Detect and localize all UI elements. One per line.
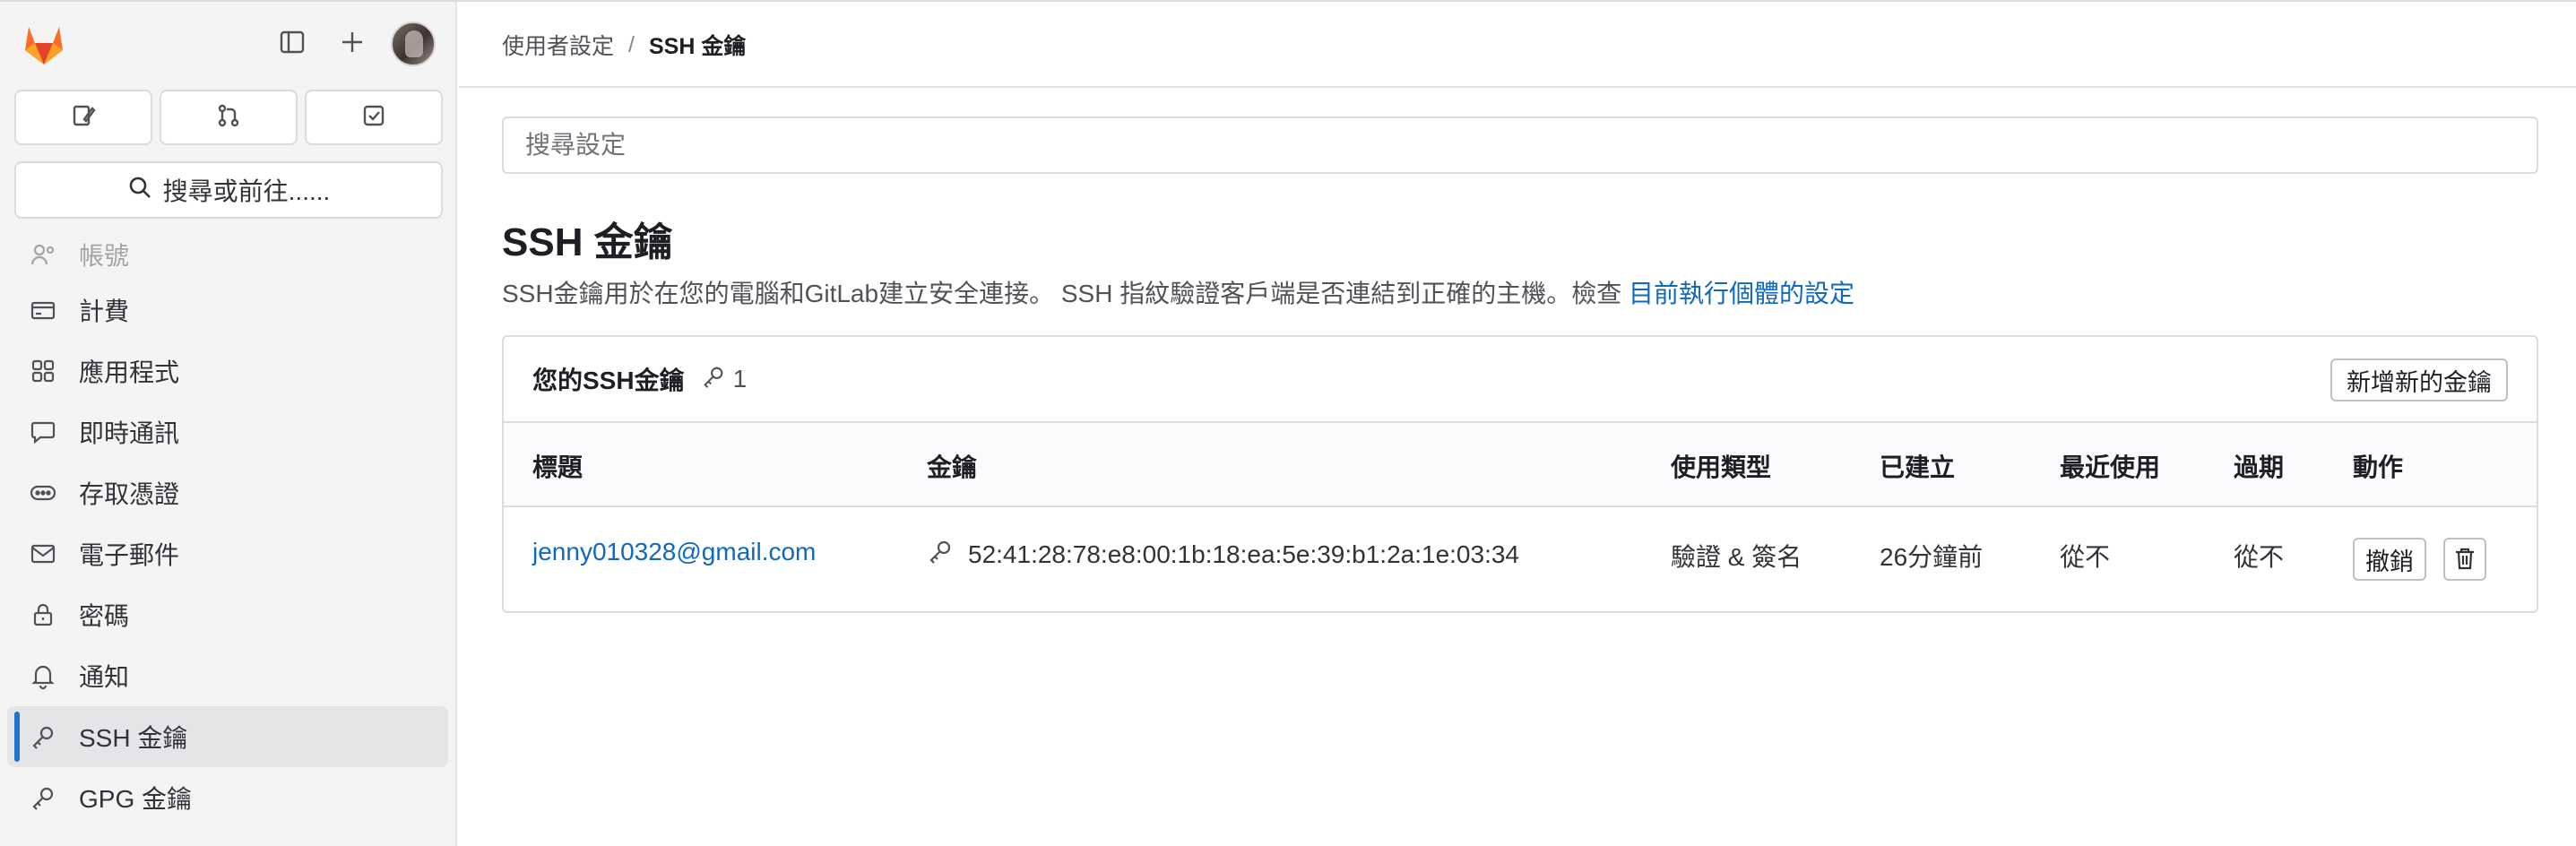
sidebar-item-chat[interactable]: 即時通訊 bbox=[0, 401, 455, 462]
key-expires: 從不 bbox=[2234, 543, 2285, 571]
issues-icon bbox=[70, 102, 97, 134]
merge-requests-button[interactable] bbox=[160, 90, 298, 145]
bell-icon bbox=[29, 661, 57, 690]
sidebar-toggle-button[interactable] bbox=[268, 20, 316, 68]
page-description: SSH金鑰用於在您的電腦和GitLab建立安全連接。 SSH 指紋驗證客戶端是否… bbox=[502, 274, 1854, 310]
key-icon bbox=[927, 538, 954, 571]
page-description-text: SSH金鑰用於在您的電腦和GitLab建立安全連接。 SSH 指紋驗證客戶端是否… bbox=[502, 280, 1629, 307]
ssh-keys-card: 您的SSH金鑰 1 新增新的金鑰 標題 金鑰 使用類型 已建立 最近使用 過期 … bbox=[502, 335, 2538, 613]
sidebar-item-label: 即時通訊 bbox=[79, 419, 180, 447]
sidebar-item-label: 計費 bbox=[79, 298, 130, 325]
sidebar-item-emails[interactable]: 電子郵件 bbox=[0, 523, 455, 584]
todo-icon bbox=[360, 102, 387, 134]
sidebar-toggle-icon bbox=[279, 29, 306, 60]
breadcrumb: 使用者設定 / SSH 金鑰 bbox=[502, 29, 746, 61]
sidebar-item-label: 密碼 bbox=[79, 602, 130, 630]
chat-icon bbox=[29, 418, 57, 446]
key-usage-type: 驗證 & 簽名 bbox=[1671, 543, 1802, 571]
card-header: 您的SSH金鑰 1 新增新的金鑰 bbox=[504, 337, 2537, 423]
key-icon bbox=[29, 722, 57, 751]
key-last-used: 從不 bbox=[2060, 543, 2111, 571]
sidebar-item-applications[interactable]: 應用程式 bbox=[0, 341, 455, 401]
key-icon bbox=[701, 364, 726, 395]
billing-icon bbox=[29, 296, 57, 324]
sidebar-item-notifications[interactable]: 通知 bbox=[0, 645, 455, 706]
breadcrumb-current[interactable]: SSH 金鑰 bbox=[649, 29, 746, 61]
trash-icon bbox=[2453, 547, 2477, 573]
breadcrumb-parent[interactable]: 使用者設定 bbox=[502, 29, 614, 61]
lock-icon bbox=[29, 600, 57, 629]
key-title-link[interactable]: jenny010328@gmail.com bbox=[532, 538, 816, 566]
column-header-key: 金鑰 bbox=[927, 453, 978, 481]
applications-icon bbox=[29, 357, 57, 385]
delete-key-button[interactable] bbox=[2443, 538, 2486, 581]
instance-settings-link[interactable]: 目前執行個體的設定 bbox=[1629, 280, 1854, 307]
todo-button[interactable] bbox=[305, 90, 443, 145]
sidebar-item-label: 通知 bbox=[79, 663, 130, 691]
merge-request-icon bbox=[215, 102, 242, 134]
table-row: jenny010328@gmail.com 52:41:28:78:e8:00:… bbox=[504, 507, 2537, 611]
column-header-usage: 使用類型 bbox=[1671, 453, 1772, 481]
settings-nav: 帳號 計費 應用程式 即時通訊 存取憑證 電子郵件 密碼 通知 SSH 金鑰 G… bbox=[0, 229, 455, 828]
user-avatar[interactable] bbox=[391, 22, 436, 66]
issues-button[interactable] bbox=[14, 90, 152, 145]
search-icon bbox=[127, 175, 152, 206]
token-icon bbox=[29, 479, 57, 507]
search-or-go-label: 搜尋或前往...... bbox=[162, 177, 331, 205]
key-created: 26分鐘前 bbox=[1880, 543, 1984, 571]
header-divider bbox=[459, 86, 2576, 88]
sidebar-item-label: 存取憑證 bbox=[79, 480, 180, 508]
column-header-actions: 動作 bbox=[2353, 453, 2404, 481]
page-title: SSH 金鑰 bbox=[502, 220, 673, 264]
column-header-last-used: 最近使用 bbox=[2060, 453, 2161, 481]
sidebar-item-ssh-keys[interactable]: SSH 金鑰 bbox=[7, 706, 448, 767]
account-icon bbox=[29, 240, 57, 269]
mail-icon bbox=[29, 540, 57, 568]
key-fingerprint: 52:41:28:78:e8:00:1b:18:ea:5e:39:b1:2a:1… bbox=[968, 540, 1520, 568]
sidebar-item-label: 帳號 bbox=[79, 242, 130, 270]
sidebar-item-account[interactable]: 帳號 bbox=[0, 229, 455, 280]
gitlab-logo[interactable] bbox=[20, 20, 68, 68]
sidebar-item-billing[interactable]: 計費 bbox=[0, 280, 455, 341]
column-header-title: 標題 bbox=[532, 453, 583, 481]
key-count-value: 1 bbox=[732, 365, 748, 393]
column-header-created: 已建立 bbox=[1880, 453, 1956, 481]
sidebar-item-password[interactable]: 密碼 bbox=[0, 584, 455, 645]
table-header: 標題 金鑰 使用類型 已建立 最近使用 過期 動作 bbox=[504, 423, 2537, 507]
sidebar-item-label: SSH 金鑰 bbox=[79, 724, 188, 752]
main-content: 使用者設定 / SSH 金鑰 SSH 金鑰 SSH金鑰用於在您的電腦和GitLa… bbox=[459, 2, 2576, 846]
add-new-key-button[interactable]: 新增新的金鑰 bbox=[2330, 358, 2508, 401]
sidebar-item-gpg-keys[interactable]: GPG 金鑰 bbox=[0, 767, 455, 828]
search-or-go-button[interactable]: 搜尋或前往...... bbox=[14, 161, 443, 219]
revoke-button[interactable]: 撤銷 bbox=[2353, 538, 2426, 581]
key-fingerprint-cell: 52:41:28:78:e8:00:1b:18:ea:5e:39:b1:2a:1… bbox=[927, 538, 1519, 571]
sidebar: 搜尋或前往...... 帳號 計費 應用程式 即時通訊 存取憑證 電子郵件 密碼… bbox=[0, 2, 457, 846]
key-count: 1 bbox=[701, 364, 748, 395]
sidebar-item-label: 應用程式 bbox=[79, 358, 180, 386]
column-header-expires: 過期 bbox=[2234, 453, 2285, 481]
sidebar-item-label: GPG 金鑰 bbox=[79, 785, 193, 813]
plus-icon bbox=[339, 29, 366, 60]
card-title: 您的SSH金鑰 bbox=[532, 367, 685, 394]
breadcrumb-separator: / bbox=[628, 31, 635, 57]
search-settings-input[interactable] bbox=[502, 117, 2538, 174]
sidebar-item-label: 電子郵件 bbox=[79, 541, 180, 569]
create-new-button[interactable] bbox=[328, 20, 376, 68]
sidebar-item-access-tokens[interactable]: 存取憑證 bbox=[0, 462, 455, 523]
key-icon bbox=[29, 783, 57, 812]
